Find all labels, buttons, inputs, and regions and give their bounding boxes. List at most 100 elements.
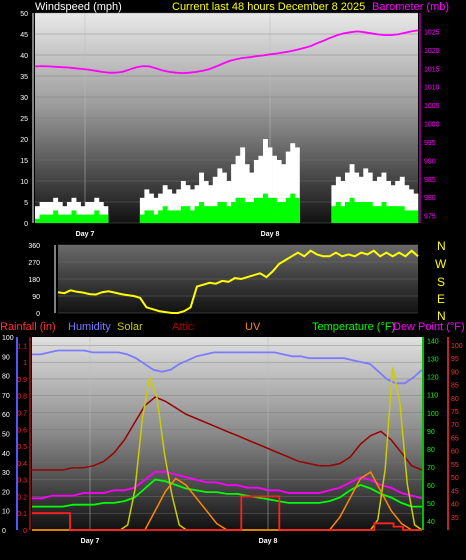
temperature-tick-label: 140 bbox=[427, 339, 439, 346]
dewpoint-tick-label: 65 bbox=[451, 435, 459, 442]
wind-avg-bar bbox=[190, 210, 195, 223]
temperature-tick-label: 60 bbox=[427, 483, 435, 490]
humidity-tick-label: 30 bbox=[2, 470, 10, 477]
wind-avg-bar bbox=[35, 218, 40, 223]
wind-avg-bar bbox=[44, 214, 49, 223]
dewpoint-tick-label: 40 bbox=[451, 502, 459, 509]
rainfall-tick-label: 0.7 bbox=[17, 411, 27, 418]
wind-avg-bar bbox=[231, 202, 236, 223]
wind-avg-bar bbox=[185, 206, 191, 223]
temperature-tick-label: 90 bbox=[427, 429, 435, 436]
rainfall-tick-label: 1.1 bbox=[17, 343, 27, 350]
wind-avg-bar bbox=[377, 206, 382, 223]
rainfall-tick-label: 0.3 bbox=[17, 478, 27, 485]
wind-tick-label: 5 bbox=[24, 200, 28, 207]
wind-avg-bar bbox=[149, 210, 154, 223]
wind-avg-bar bbox=[85, 214, 91, 223]
wind-avg-bar bbox=[57, 214, 63, 223]
wind-tick-label: 45 bbox=[20, 32, 28, 39]
dewpoint-tick-label: 80 bbox=[451, 396, 459, 403]
dewpoint-tick-label: 50 bbox=[451, 475, 459, 482]
legend-solar: Solar bbox=[117, 321, 143, 333]
barometer-tick-label: 975 bbox=[424, 214, 436, 221]
wind-avg-bar bbox=[76, 214, 81, 223]
legend-temperature: Temperature (°F) bbox=[312, 321, 395, 333]
windspeed-axis-label: Windspeed (mph) bbox=[35, 1, 122, 13]
wind-avg-bar bbox=[158, 210, 163, 223]
humidity-tick-label: 70 bbox=[2, 393, 10, 400]
rainfall-tick-label: 0.4 bbox=[17, 461, 27, 468]
wind-avg-bar bbox=[408, 210, 414, 223]
dewpoint-tick-label: 60 bbox=[451, 449, 459, 456]
wind-avg-bar bbox=[203, 206, 209, 223]
wind-avg-bar bbox=[208, 206, 214, 223]
rainfall-tick-label: 0 bbox=[23, 528, 27, 535]
temperature-tick-label: 130 bbox=[427, 357, 439, 364]
wind-avg-bar bbox=[285, 197, 291, 223]
wind-avg-bar bbox=[39, 214, 45, 223]
wind-avg-bar bbox=[221, 202, 227, 223]
rainfall-tick-label: 0.9 bbox=[17, 377, 27, 384]
dewpoint-tick-label: 95 bbox=[451, 356, 459, 363]
wind-avg-bar bbox=[399, 206, 405, 223]
direction-tick-label: 360 bbox=[28, 243, 40, 250]
barometer-axis-label: Barometer (mb) bbox=[372, 1, 449, 13]
wind-avg-bar bbox=[176, 210, 182, 223]
wind-avg-bar bbox=[94, 210, 100, 223]
legend-attic: Attic bbox=[172, 321, 194, 333]
wind-avg-bar bbox=[212, 206, 218, 223]
direction-tick-label: 90 bbox=[32, 294, 40, 301]
weather-day-label: Day 7 bbox=[81, 538, 100, 545]
temperature-tick-label: 80 bbox=[427, 447, 435, 454]
wind-avg-bar bbox=[381, 202, 387, 223]
wind-avg-bar bbox=[180, 206, 186, 223]
wind-day-label: Day 8 bbox=[261, 231, 280, 238]
wind-avg-bar bbox=[71, 210, 77, 223]
humidity-tick-label: 80 bbox=[2, 374, 10, 381]
humidity-tick-label: 100 bbox=[2, 335, 14, 342]
humidity-tick-label: 40 bbox=[2, 451, 10, 458]
wind-avg-bar bbox=[372, 206, 378, 223]
dewpoint-tick-label: 70 bbox=[451, 422, 459, 429]
wind-avg-bar bbox=[386, 206, 391, 223]
rainfall-tick-label: 0.8 bbox=[17, 394, 27, 401]
dewpoint-tick-label: 90 bbox=[451, 369, 459, 376]
barometer-tick-label: 990 bbox=[424, 158, 436, 165]
temperature-tick-label: 40 bbox=[427, 519, 435, 526]
dewpoint-tick-label: 35 bbox=[451, 515, 459, 522]
temperature-tick-label: 50 bbox=[427, 501, 435, 508]
wind-avg-bar bbox=[290, 193, 296, 223]
wind-avg-bar bbox=[395, 206, 401, 223]
wind-tick-label: 50 bbox=[20, 11, 28, 18]
dewpoint-tick-label: 75 bbox=[451, 409, 459, 416]
barometer-tick-label: 1020 bbox=[424, 48, 440, 55]
rainfall-tick-label: 0.5 bbox=[17, 444, 27, 451]
wind-avg-bar bbox=[167, 210, 173, 223]
wind-avg-bar bbox=[340, 206, 346, 223]
barometer-tick-label: 1000 bbox=[424, 122, 440, 129]
chart-title: Current last 48 hours December 8 2025 bbox=[172, 1, 365, 13]
barometer-tick-label: 1015 bbox=[424, 66, 440, 73]
barometer-tick-label: 1005 bbox=[424, 103, 440, 110]
wind-avg-bar bbox=[98, 214, 104, 223]
wind-avg-bar bbox=[80, 214, 86, 223]
wind-avg-bar bbox=[267, 197, 273, 223]
compass-e: E bbox=[437, 292, 445, 306]
temperature-tick-label: 110 bbox=[427, 393, 438, 400]
wind-avg-bar bbox=[244, 202, 250, 223]
wind-avg-bar bbox=[144, 210, 150, 223]
temperature-tick-label: 120 bbox=[427, 375, 439, 382]
legend-uv: UV bbox=[245, 321, 261, 333]
direction-tick-label: 0 bbox=[36, 311, 40, 318]
wind-tick-label: 35 bbox=[20, 74, 28, 81]
wind-avg-bar bbox=[226, 206, 232, 223]
wind-avg-bar bbox=[335, 202, 341, 223]
barometer-tick-label: 1025 bbox=[424, 29, 440, 36]
wind-avg-bar bbox=[89, 214, 95, 223]
rainfall-tick-label: 0.2 bbox=[17, 494, 27, 501]
wind-avg-bar bbox=[240, 197, 246, 223]
rainfall-tick-label: 1 bbox=[23, 360, 27, 367]
dewpoint-tick-label: 55 bbox=[451, 462, 459, 469]
wind-avg-bar bbox=[281, 202, 287, 223]
wind-tick-label: 25 bbox=[20, 116, 28, 123]
